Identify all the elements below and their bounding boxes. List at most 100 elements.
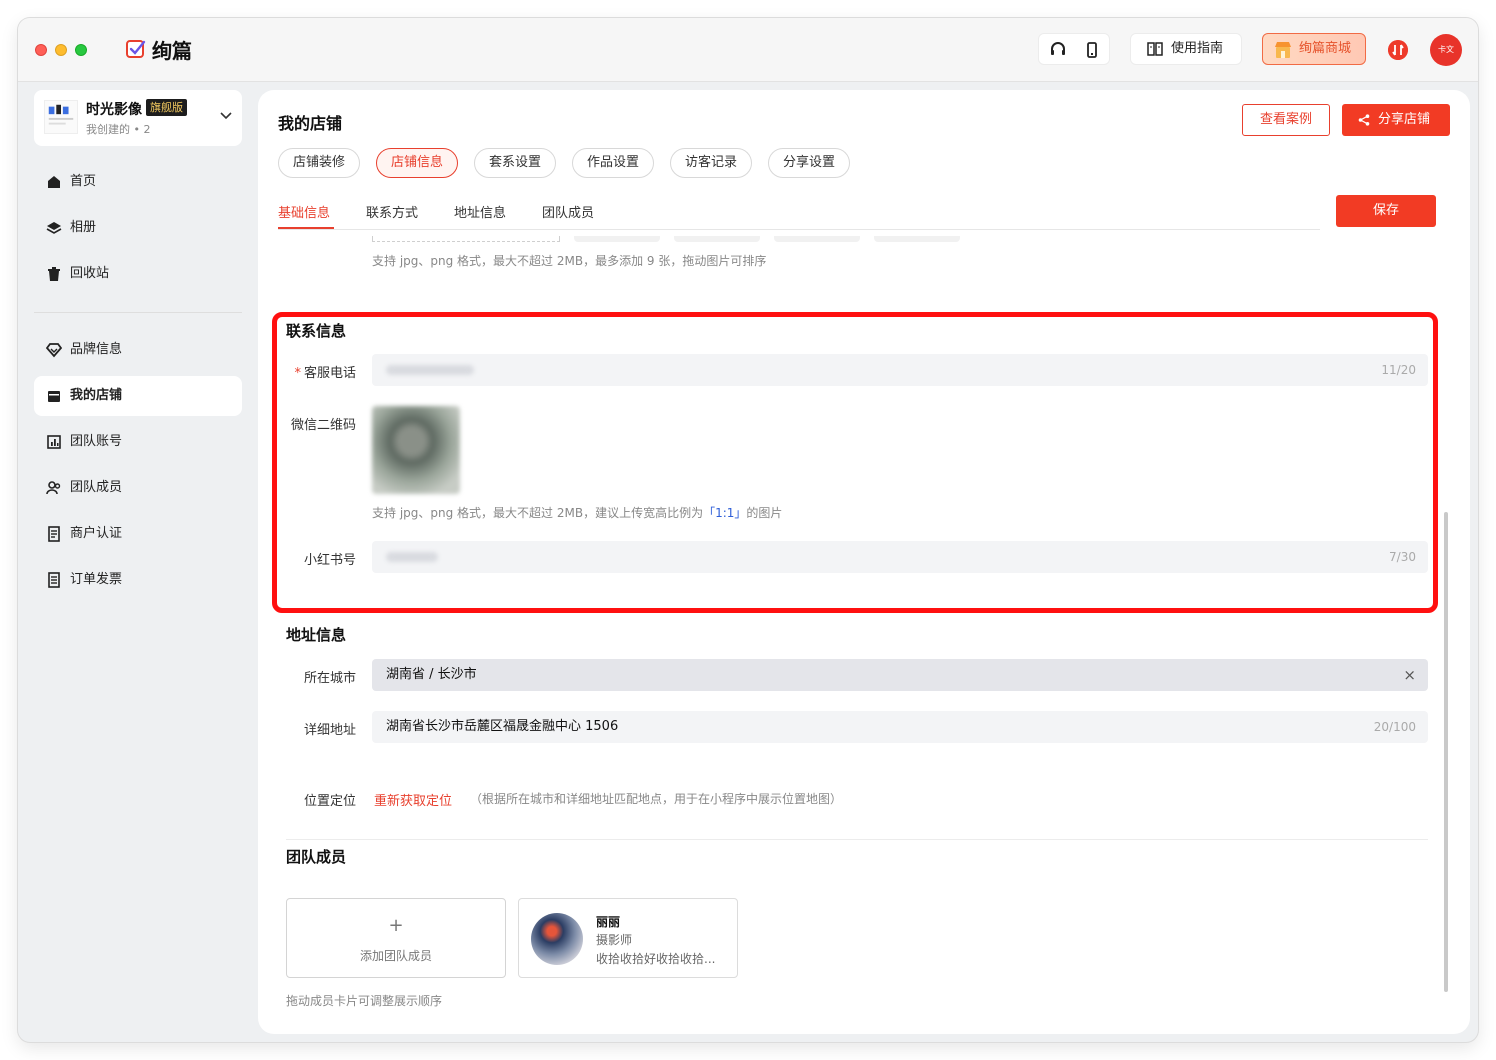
user-guide-label: 使用指南 (1171, 41, 1224, 56)
gallery-hint: 支持 jpg、png 格式，最大不超过 2MB，最多添加 9 张，拖动图片可排序 (372, 254, 767, 268)
blurred-xhs-value (386, 551, 438, 562)
title-bar: 绚篇 使用指南 绚篇商城 卡文 (18, 18, 1478, 82)
pill-works-settings[interactable]: 作品设置 (572, 148, 654, 178)
nav-item-merchant-verify[interactable]: 商户认证 (34, 514, 242, 554)
nav-label: 商户认证 (70, 526, 123, 541)
app-logo-icon (126, 40, 146, 58)
store-subtitle: 我创建的 • 2 (86, 123, 151, 136)
share-icon (1358, 114, 1370, 126)
gallery-thumb[interactable] (574, 236, 660, 242)
nav-item-my-store[interactable]: 我的店铺 (34, 376, 242, 416)
user-avatar[interactable]: 卡文 (1430, 34, 1462, 66)
save-button[interactable]: 保存 (1336, 195, 1436, 227)
store-switcher[interactable]: 时光影像 旗舰版 我创建的 • 2 (34, 90, 242, 146)
nav-item-brand[interactable]: 品牌信息 (34, 330, 242, 370)
user-guide-button[interactable]: 使用指南 (1130, 33, 1242, 65)
share-store-button[interactable]: 分享店铺 (1342, 104, 1450, 136)
nav-item-albums[interactable]: 相册 (34, 208, 242, 248)
store-icon (48, 391, 60, 402)
nav-label: 我的店铺 (70, 388, 123, 403)
notification-icon[interactable] (1388, 40, 1408, 60)
top-icon-group (1038, 33, 1110, 65)
diamond-icon (46, 343, 62, 358)
mobile-icon[interactable] (1083, 41, 1101, 59)
xiaohongshu-label: 小红书号 (303, 553, 356, 568)
main-panel: 我的店铺 查看案例 分享店铺 店铺装修 店铺信息 套系设置 作品设置 访客记录 … (258, 90, 1470, 1034)
detail-address-label: 详细地址 (303, 723, 356, 738)
locate-hint: （根据所在城市和详细地址匹配地点，用于在小程序中展示位置地图） (470, 792, 843, 806)
pill-visitor-records[interactable]: 访客记录 (670, 148, 752, 178)
nav-item-invoices[interactable]: 订单发票 (34, 560, 242, 600)
gallery-thumb[interactable] (674, 236, 760, 242)
team-sort-hint: 拖动成员卡片可调整展示顺序 (286, 994, 443, 1008)
plus-icon: + (388, 915, 404, 936)
xiaohongshu-input[interactable]: 7/30 (372, 541, 1428, 573)
image-upload-slot[interactable] (372, 236, 560, 242)
nav-item-trash[interactable]: 回收站 (34, 254, 242, 294)
users-icon (46, 481, 61, 495)
store-plan-badge: 旗舰版 (146, 99, 187, 116)
home-icon (48, 176, 60, 188)
member-avatar (531, 913, 583, 965)
nav-label: 订单发票 (70, 572, 123, 587)
layers-icon (46, 222, 62, 234)
wechat-qr-label: 微信二维码 (290, 418, 356, 433)
required-mark: * (294, 366, 301, 381)
pill-share-settings[interactable]: 分享设置 (768, 148, 850, 178)
tab-address[interactable]: 地址信息 (454, 202, 506, 221)
minimize-window-button[interactable] (55, 44, 67, 56)
wechat-qr-image[interactable] (372, 406, 460, 494)
add-team-member-label: 添加团队成员 (359, 949, 432, 963)
relocate-link[interactable]: 重新获取定位 (374, 790, 452, 809)
pill-package-settings[interactable]: 套系设置 (474, 148, 556, 178)
clear-icon[interactable]: × (1403, 659, 1416, 691)
store-thumbnail (44, 100, 78, 134)
pill-store-info[interactable]: 店铺信息 (376, 148, 458, 178)
scrollbar[interactable] (1444, 512, 1448, 992)
city-select[interactable]: 湖南省 / 长沙市 × (372, 659, 1428, 691)
locate-label: 位置定位 (303, 794, 356, 809)
sidebar-divider (34, 312, 242, 313)
city-value: 湖南省 / 长沙市 (386, 667, 477, 682)
pill-store-decoration[interactable]: 店铺装修 (278, 148, 360, 178)
phone-label: * 客服电话 (294, 366, 356, 381)
contact-section-title: 联系信息 (286, 322, 347, 340)
nav-label: 品牌信息 (70, 342, 123, 357)
nav-label: 团队账号 (70, 434, 123, 449)
nav-label: 回收站 (70, 266, 110, 281)
nav-item-home[interactable]: 首页 (34, 162, 242, 202)
maximize-window-button[interactable] (75, 44, 87, 56)
close-window-button[interactable] (35, 44, 47, 56)
headset-icon[interactable] (1049, 41, 1067, 59)
tab-basic-info[interactable]: 基础信息 (278, 202, 330, 221)
app-window: 绚篇 使用指南 绚篇商城 卡文 时光影像 旗舰版 我创建的 • 2 首页 相册 … (18, 18, 1478, 1042)
address-section-title: 地址信息 (286, 626, 347, 644)
nav-item-team-accounts[interactable]: 团队账号 (34, 422, 242, 462)
nav-label: 相册 (70, 220, 97, 235)
xhs-char-count: 7/30 (1389, 550, 1416, 564)
store-name: 时光影像 (86, 102, 142, 118)
add-team-member-card[interactable]: + 添加团队成员 (286, 898, 506, 978)
member-description: 收拾收拾好收拾收拾... (596, 952, 716, 966)
team-member-card[interactable]: 丽丽 摄影师 收拾收拾好收拾收拾... (518, 898, 738, 978)
customer-phone-input[interactable]: 11/20 (372, 354, 1428, 386)
view-cases-button[interactable]: 查看案例 (1242, 104, 1330, 136)
team-section-title: 团队成员 (286, 848, 347, 866)
app-name: 绚篇 (152, 39, 192, 63)
page-title: 我的店铺 (278, 114, 343, 133)
nav-item-team-members[interactable]: 团队成员 (34, 468, 242, 508)
doc-icon (48, 526, 60, 542)
tab-team[interactable]: 团队成员 (542, 202, 594, 221)
mall-button[interactable]: 绚篇商城 (1262, 33, 1366, 65)
book-icon (1147, 42, 1163, 56)
section-divider (286, 839, 1428, 840)
gallery-thumb[interactable] (774, 236, 860, 242)
member-name: 丽丽 (596, 915, 621, 929)
tab-contact[interactable]: 联系方式 (366, 202, 418, 221)
detail-address-input[interactable]: 湖南省长沙市岳麓区福晟金融中心 1506 20/100 (372, 711, 1428, 743)
share-store-label: 分享店铺 (1378, 112, 1431, 127)
chart-icon (47, 435, 61, 449)
trash-icon (48, 267, 60, 281)
address-char-count: 20/100 (1373, 720, 1416, 734)
gallery-thumb[interactable] (874, 236, 960, 242)
